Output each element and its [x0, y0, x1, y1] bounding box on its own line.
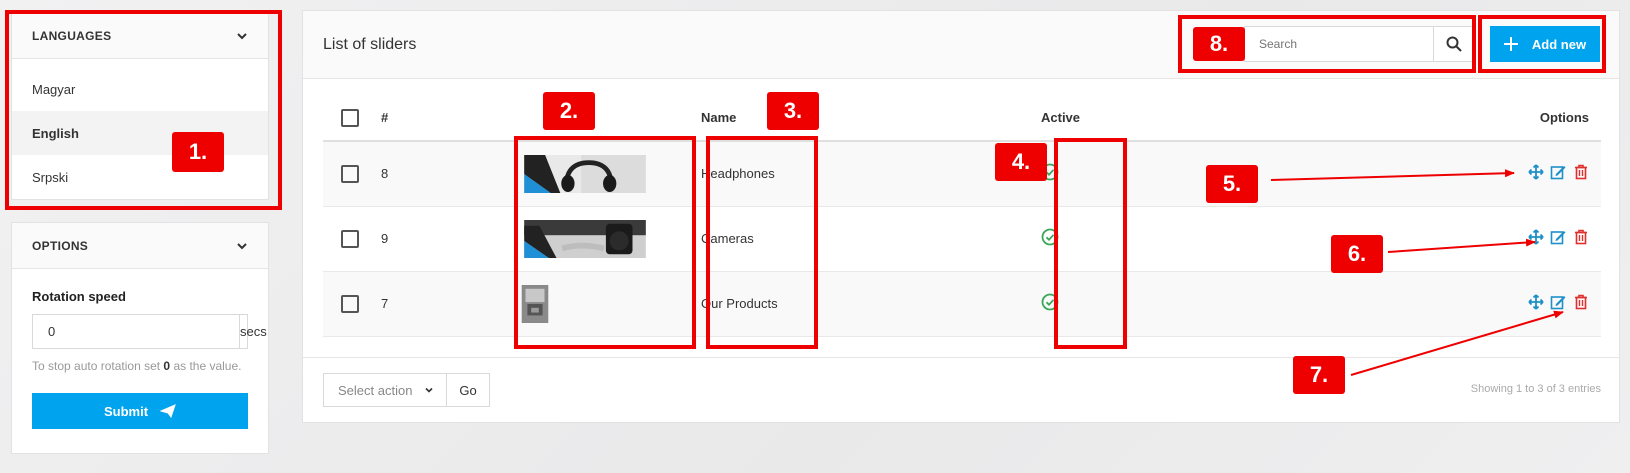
sliders-table: # Name Active Options 8 Headphones 9 Cam… — [323, 95, 1601, 337]
row-image-cell — [521, 271, 701, 337]
annotation-badge-6: 6. — [1331, 235, 1383, 273]
sliders-header: List of sliders Add new — [303, 11, 1619, 79]
hint-prefix: To stop auto rotation set — [32, 359, 164, 373]
row-active-cell — [1041, 141, 1161, 207]
submit-button[interactable]: Submit — [32, 393, 248, 429]
edit-icon[interactable] — [1550, 229, 1566, 248]
options-header[interactable]: OPTIONS — [12, 223, 268, 269]
slider-thumbnail-products — [521, 284, 549, 323]
table-row: 7 Our Products — [323, 271, 1601, 337]
row-select-cell — [323, 206, 381, 272]
select-action-label: Select action — [338, 382, 413, 398]
chevron-down-icon — [237, 32, 247, 39]
page-title: List of sliders — [323, 36, 417, 53]
table-header-row: # Name Active Options — [323, 95, 1601, 142]
annotation-badge-7: 7. — [1293, 356, 1345, 394]
hint-suffix: as the value. — [170, 359, 242, 373]
move-icon[interactable] — [1528, 229, 1544, 248]
row-checkbox[interactable] — [341, 294, 359, 313]
row-select-cell — [323, 271, 381, 337]
annotation-badge-3: 3. — [767, 92, 819, 130]
column-number[interactable]: # — [381, 95, 521, 142]
row-active-cell — [1041, 271, 1161, 337]
move-icon[interactable] — [1528, 294, 1544, 313]
search-icon — [1446, 36, 1462, 52]
row-image-cell — [521, 141, 701, 207]
language-item-english[interactable]: English — [12, 111, 268, 155]
row-name: Headphones — [701, 141, 1041, 207]
select-all-checkbox[interactable] — [341, 108, 359, 127]
go-button[interactable]: Go — [446, 373, 490, 407]
row-checkbox[interactable] — [341, 164, 359, 183]
language-item-srpski[interactable]: Srpski — [12, 155, 268, 199]
rotation-speed-group: secs — [32, 314, 267, 349]
languages-header[interactable]: LANGUAGES — [12, 13, 268, 59]
chevron-down-icon — [237, 242, 247, 249]
select-all-cell — [323, 95, 381, 142]
annotation-badge-2: 2. — [543, 92, 595, 130]
plus-icon — [1503, 37, 1518, 51]
options-panel: OPTIONS Rotation speed secs To stop auto… — [11, 222, 269, 454]
annotation-badge-5: 5. — [1206, 165, 1258, 203]
delete-icon[interactable] — [1573, 294, 1589, 313]
column-options: Options — [1161, 95, 1601, 142]
row-select-cell — [323, 141, 381, 207]
edit-icon[interactable] — [1550, 164, 1566, 183]
edit-icon[interactable] — [1550, 294, 1566, 313]
language-item-magyar[interactable]: Magyar — [12, 67, 268, 111]
check-circle-icon[interactable] — [1041, 293, 1059, 311]
row-number: 7 — [381, 271, 521, 337]
rotation-speed-label: Rotation speed — [32, 289, 126, 304]
move-icon[interactable] — [1528, 164, 1544, 183]
chevron-down-icon — [425, 387, 434, 393]
annotation-badge-1: 1. — [172, 132, 224, 172]
options-title: OPTIONS — [32, 238, 89, 253]
column-name[interactable]: Name — [701, 95, 1041, 142]
submit-label: Submit — [103, 403, 149, 419]
add-new-label: Add new — [1531, 36, 1587, 52]
search-input[interactable] — [1245, 27, 1433, 61]
slider-thumbnail-headphones — [524, 154, 646, 193]
rotation-speed-input[interactable] — [33, 315, 239, 348]
add-new-button[interactable]: Add new — [1490, 26, 1600, 62]
select-action-dropdown[interactable]: Select action — [323, 373, 447, 407]
search-button[interactable] — [1433, 27, 1473, 61]
annotation-badge-8: 8. — [1193, 27, 1245, 61]
row-active-cell — [1041, 206, 1161, 272]
search-box — [1244, 26, 1474, 62]
table-row: 8 Headphones — [323, 141, 1601, 207]
delete-icon[interactable] — [1573, 229, 1589, 248]
footer-divider — [303, 357, 1619, 358]
slider-thumbnail-cameras — [524, 219, 646, 258]
check-circle-icon[interactable] — [1041, 228, 1059, 246]
row-number: 8 — [381, 141, 521, 207]
column-active[interactable]: Active — [1041, 95, 1161, 142]
languages-panel: LANGUAGES Magyar English Srpski — [11, 12, 269, 200]
languages-title: LANGUAGES — [32, 28, 112, 43]
annotation-badge-4: 4. — [995, 143, 1047, 181]
rotation-hint: To stop auto rotation set 0 as the value… — [32, 359, 248, 373]
paper-plane-icon — [160, 404, 176, 418]
delete-icon[interactable] — [1573, 164, 1589, 183]
row-checkbox[interactable] — [341, 229, 359, 248]
table-row: 9 Cameras — [323, 206, 1601, 272]
row-name: Our Products — [701, 271, 1041, 337]
row-image-cell — [521, 206, 701, 272]
sliders-panel: List of sliders Add new # Name Active Op… — [302, 10, 1620, 423]
rotation-unit: secs — [239, 315, 267, 348]
row-name: Cameras — [701, 206, 1041, 272]
entries-summary: Showing 1 to 3 of 3 entries — [1470, 383, 1601, 395]
row-options — [1161, 271, 1601, 337]
row-number: 9 — [381, 206, 521, 272]
